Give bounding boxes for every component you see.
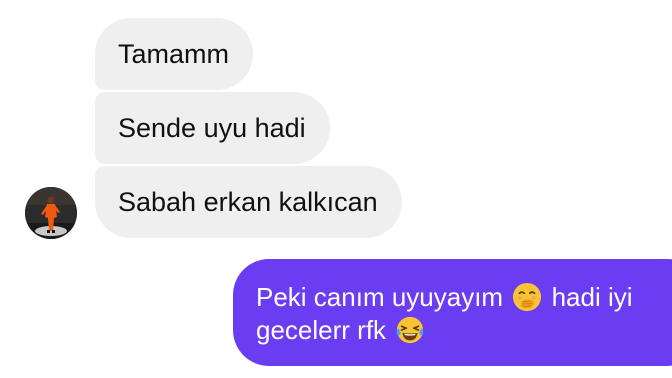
contact-avatar[interactable] <box>25 187 77 239</box>
message-text: Sabah erkan kalkıcan <box>118 186 378 217</box>
message-text: hadi iyi <box>551 282 633 312</box>
message-line: gecelerr rfk <box>256 314 672 347</box>
message-text: Tamamm <box>118 38 230 69</box>
avatar-photo-icon <box>25 187 77 239</box>
message-text: Sende uyu hadi <box>118 112 306 143</box>
message-text: Peki canım uyuyayım <box>256 282 504 312</box>
outgoing-message[interactable]: Peki canım uyuyayım hadi iyi gecelerr rf… <box>233 259 672 366</box>
tears-of-joy-emoji-icon <box>397 316 424 344</box>
incoming-message[interactable]: Sende uyu hadi <box>95 92 330 164</box>
incoming-message[interactable]: Sabah erkan kalkıcan <box>95 166 402 238</box>
incoming-message[interactable]: Tamamm <box>95 18 254 90</box>
message-line: Peki canım uyuyayım hadi iyi <box>256 281 672 314</box>
message-text: gecelerr rfk <box>256 315 387 345</box>
message-thread: Tamamm Sende uyu hadi Sabah erkan kalkıc… <box>0 0 672 378</box>
hand-over-mouth-emoji-icon <box>513 282 542 312</box>
